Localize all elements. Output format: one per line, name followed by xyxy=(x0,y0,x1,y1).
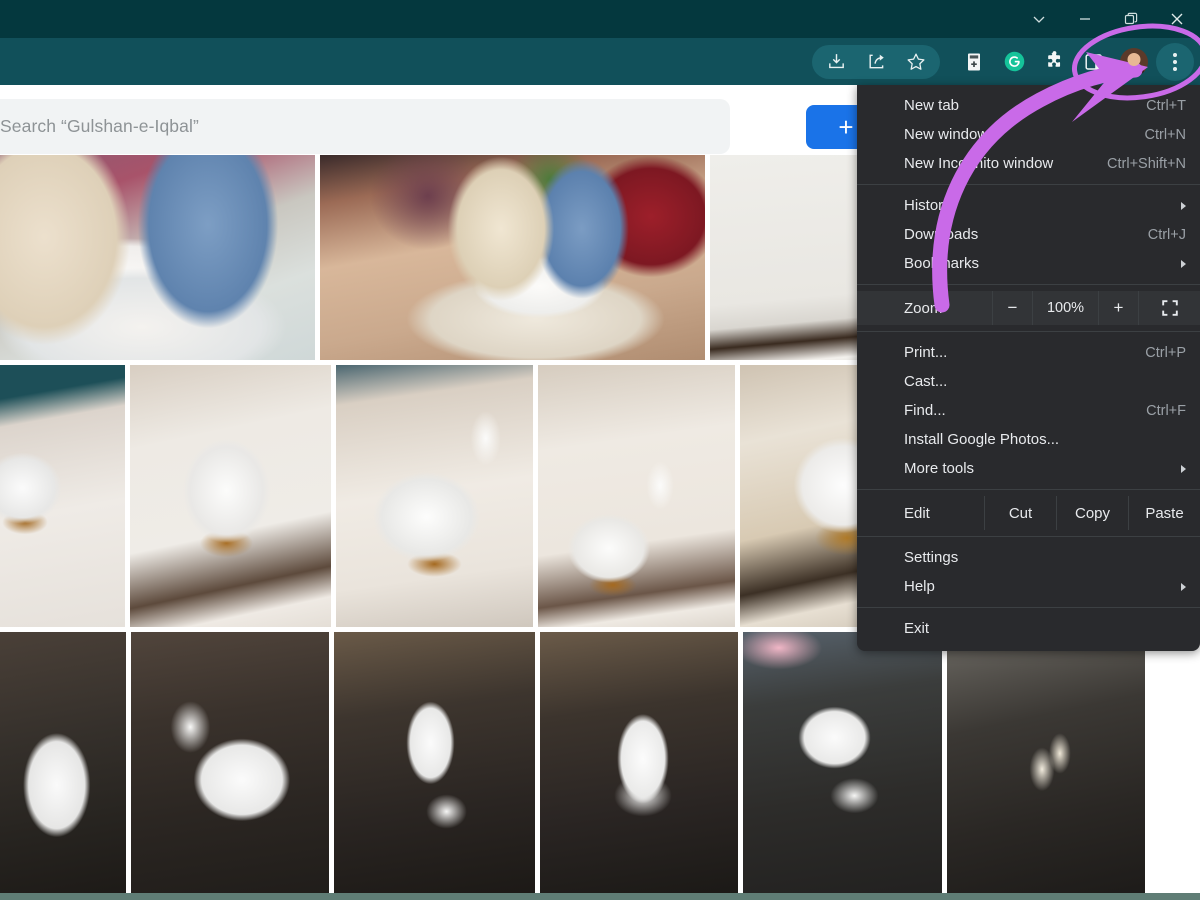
menu-item-new-window[interactable]: New window Ctrl+N xyxy=(857,120,1200,149)
photo-airpods-open-case-angle-1[interactable] xyxy=(0,365,125,627)
title-bar xyxy=(0,0,1200,38)
menu-separator xyxy=(857,284,1200,285)
chevron-right-icon xyxy=(1181,202,1186,210)
chevron-right-icon xyxy=(1181,583,1186,591)
restore-button[interactable] xyxy=(1108,0,1154,38)
menu-item-label: Help xyxy=(904,578,1181,595)
search-placeholder: Search “Gulshan-e-Iqbal” xyxy=(0,116,199,137)
menu-item-accelerator: Ctrl+F xyxy=(1146,403,1186,419)
zoom-out-button[interactable]: − xyxy=(992,291,1032,325)
avatar[interactable] xyxy=(1120,48,1148,76)
menu-item-cast[interactable]: Cast... xyxy=(857,367,1200,396)
chrome-menu: New tab Ctrl+T New window Ctrl+N New Inc… xyxy=(857,85,1200,651)
photo-airpods-open-case-dark-1[interactable] xyxy=(0,632,126,896)
menu-item-settings[interactable]: Settings xyxy=(857,543,1200,572)
chevron-right-icon xyxy=(1181,465,1186,473)
menu-item-new-tab[interactable]: New tab Ctrl+T xyxy=(857,91,1200,120)
menu-item-more-tools[interactable]: More tools xyxy=(857,454,1200,483)
menu-item-print[interactable]: Print... Ctrl+P xyxy=(857,338,1200,367)
calculator-extension-icon[interactable] xyxy=(954,42,994,82)
menu-item-label: Install Google Photos... xyxy=(904,431,1186,448)
menu-item-accelerator: Ctrl+J xyxy=(1148,227,1186,243)
split-screen-icon[interactable] xyxy=(1074,42,1114,82)
photo-grid-row xyxy=(0,632,1145,896)
chevron-right-icon xyxy=(1181,260,1186,268)
edit-label: Edit xyxy=(857,496,984,530)
menu-item-label: Downloads xyxy=(904,226,1148,243)
edit-cut-button[interactable]: Cut xyxy=(984,496,1056,530)
menu-item-label: Print... xyxy=(904,344,1145,361)
menu-item-install-google-photos[interactable]: Install Google Photos... xyxy=(857,425,1200,454)
search-input[interactable]: Search “Gulshan-e-Iqbal” xyxy=(0,99,730,154)
share-icon[interactable] xyxy=(856,42,896,82)
menu-item-label: Settings xyxy=(904,549,1186,566)
photo-airpods-earbuds-only-dark[interactable] xyxy=(947,632,1145,896)
add-button-label: + xyxy=(838,114,853,140)
photo-airpods-case-earbuds-2[interactable] xyxy=(538,365,735,627)
photo-airpods-earbuds-case-dark-2[interactable] xyxy=(131,632,329,896)
menu-separator xyxy=(857,331,1200,332)
fullscreen-icon[interactable] xyxy=(1138,291,1200,325)
chevron-down-icon[interactable] xyxy=(1016,0,1062,38)
menu-item-label: New tab xyxy=(904,97,1146,114)
menu-item-label: New window xyxy=(904,126,1145,143)
extensions-puzzle-icon[interactable] xyxy=(1034,42,1074,82)
download-icon[interactable] xyxy=(816,42,856,82)
menu-separator xyxy=(857,536,1200,537)
photo-bear-candles-airpods-case-1[interactable] xyxy=(0,155,315,360)
chrome-menu-button[interactable] xyxy=(1156,43,1194,81)
menu-separator xyxy=(857,489,1200,490)
zoom-level-value: 100% xyxy=(1032,291,1098,325)
browser-toolbar xyxy=(0,38,1200,85)
menu-item-label: Exit xyxy=(904,620,1186,637)
menu-item-accelerator: Ctrl+Shift+N xyxy=(1107,156,1186,172)
menu-item-label: Cast... xyxy=(904,373,1186,390)
bookmark-star-icon[interactable] xyxy=(896,42,936,82)
photo-airpods-case-vertical-dark[interactable] xyxy=(334,632,534,896)
photo-airpods-case-earbuds-1[interactable] xyxy=(336,365,533,627)
menu-item-accelerator: Ctrl+P xyxy=(1145,345,1186,361)
menu-item-find[interactable]: Find... Ctrl+F xyxy=(857,396,1200,425)
menu-zoom-row: Zoom − 100% + xyxy=(857,291,1200,325)
close-button[interactable] xyxy=(1154,0,1200,38)
menu-item-new-incognito-window[interactable]: New Incognito window Ctrl+Shift+N xyxy=(857,149,1200,178)
zoom-label: Zoom xyxy=(857,291,992,325)
menu-item-downloads[interactable]: Downloads Ctrl+J xyxy=(857,220,1200,249)
menu-edit-row: Edit Cut Copy Paste xyxy=(857,496,1200,530)
toolbar-action-pill xyxy=(812,45,940,79)
menu-item-bookmarks[interactable]: Bookmarks xyxy=(857,249,1200,278)
photo-airpods-open-case-dark-5[interactable] xyxy=(743,632,941,896)
menu-item-label: More tools xyxy=(904,460,1181,477)
menu-item-accelerator: Ctrl+T xyxy=(1146,98,1186,114)
menu-item-label: New Incognito window xyxy=(904,155,1107,172)
three-dot-icon xyxy=(1173,53,1177,71)
photo-airpods-open-case-angle-2[interactable] xyxy=(130,365,330,627)
zoom-in-button[interactable]: + xyxy=(1098,291,1138,325)
minimize-button[interactable] xyxy=(1062,0,1108,38)
menu-item-label: History xyxy=(904,197,1181,214)
edit-copy-button[interactable]: Copy xyxy=(1056,496,1128,530)
menu-item-exit[interactable]: Exit xyxy=(857,614,1200,643)
edit-paste-button[interactable]: Paste xyxy=(1128,496,1200,530)
bottom-strip xyxy=(0,893,1200,900)
photo-bear-candles-airpods-case-2[interactable] xyxy=(320,155,705,360)
menu-item-help[interactable]: Help xyxy=(857,572,1200,601)
menu-item-accelerator: Ctrl+N xyxy=(1145,127,1187,143)
photo-airpods-case-centered-dark[interactable] xyxy=(540,632,738,896)
menu-separator xyxy=(857,184,1200,185)
toolbar-actions xyxy=(812,38,1194,85)
menu-separator xyxy=(857,607,1200,608)
window-controls xyxy=(1016,0,1200,38)
grammarly-icon[interactable] xyxy=(994,42,1034,82)
menu-item-history[interactable]: History xyxy=(857,191,1200,220)
menu-item-label: Bookmarks xyxy=(904,255,1181,272)
menu-item-label: Find... xyxy=(904,402,1146,419)
